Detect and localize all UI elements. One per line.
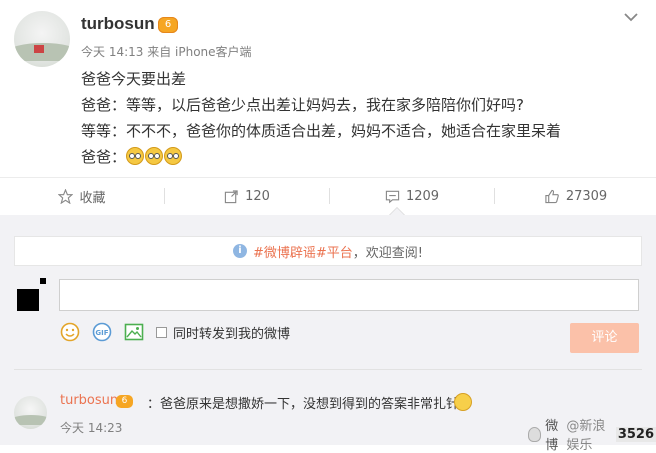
current-user-avatar[interactable] [17, 278, 47, 312]
submit-comment-button[interactable]: 评论 [570, 323, 639, 353]
commenter-avatar[interactable] [14, 396, 47, 429]
like-button[interactable]: 27309 [495, 178, 656, 214]
comment-text: ：爸爸原来是想撒娇一下，没想到得到的答案非常扎针 [147, 397, 460, 412]
post-body: 爸爸今天要出差 爸爸：等等，以后爸爸少点出差让妈妈去，我在家多陪陪你们好吗? 等… [81, 66, 561, 170]
svg-text:GIF: GIF [95, 329, 108, 337]
weibo-logo-icon [528, 426, 542, 442]
post-line-text: 爸爸： [81, 148, 127, 166]
repost-button[interactable]: 120 [165, 178, 329, 214]
also-repost-checkbox[interactable] [156, 326, 167, 338]
post-meta: 今天 14:13 来自 iPhone客户端 [81, 45, 252, 59]
rumor-platform-link[interactable]: #微博辟谣#平台 [253, 242, 353, 261]
divider [14, 369, 642, 370]
watermark-number: 3526 [615, 426, 656, 442]
watermark-handle: @新浪娱乐 [566, 419, 606, 453]
post-line: 爸爸：等等，以后爸爸少点出差让妈妈去，我在家多陪陪你们好吗? [81, 96, 524, 114]
favorite-label: 收藏 [79, 190, 106, 206]
thumbs-up-icon [545, 189, 559, 203]
comment-count: 1209 [405, 188, 440, 204]
rumor-notice-banner: i #微博辟谣#平台 ，欢迎查阅! [14, 236, 642, 266]
post-author-name[interactable]: turbosun [81, 14, 155, 34]
info-icon: i [232, 244, 247, 258]
shocked-emoji-icon [145, 147, 164, 165]
action-bar: 收藏 120 1209 27309 [0, 178, 656, 214]
post-line-last: 爸爸： [81, 144, 561, 170]
shocked-emoji-icon [126, 147, 145, 165]
post-author-avatar[interactable] [14, 11, 70, 67]
comment-icon [385, 190, 400, 203]
repost-icon [224, 189, 238, 203]
shocked-emoji-icon [164, 147, 183, 165]
chevron-down-icon[interactable] [622, 10, 640, 24]
also-repost-label[interactable]: 同时转发到我的微博 [173, 323, 290, 342]
facepalm-emoji-icon [454, 393, 472, 411]
favorite-button[interactable]: 收藏 [0, 178, 164, 214]
comment-button[interactable]: 1209 [330, 178, 494, 214]
emoji-icon[interactable] [60, 322, 80, 342]
post-line: 爸爸今天要出差 [81, 70, 187, 88]
panel-pointer-inner [390, 208, 404, 215]
vip-badge-icon[interactable]: 6 [116, 395, 133, 408]
repost-count: 120 [245, 188, 270, 204]
image-icon[interactable] [124, 322, 144, 342]
commenter-name[interactable]: turbosun [60, 393, 118, 408]
vip-badge-icon[interactable]: 6 [158, 17, 178, 33]
post-line: 等等：不不不，爸爸你的体质适合出差，妈妈不适合，她适合在家里呆着 [81, 122, 562, 140]
like-count: 27309 [565, 188, 608, 204]
comment-input[interactable] [59, 279, 639, 311]
comment-toolbar: GIF 同时转发到我的微博 [60, 320, 290, 344]
gif-icon[interactable]: GIF [92, 322, 112, 342]
notice-text: ，欢迎查阅! [352, 245, 423, 261]
star-icon [58, 188, 74, 204]
watermark-brand: 微博 [545, 419, 559, 453]
watermark: 微博 @新浪娱乐 3526 [528, 415, 656, 453]
comment-time: 今天 14:23 [60, 421, 123, 435]
